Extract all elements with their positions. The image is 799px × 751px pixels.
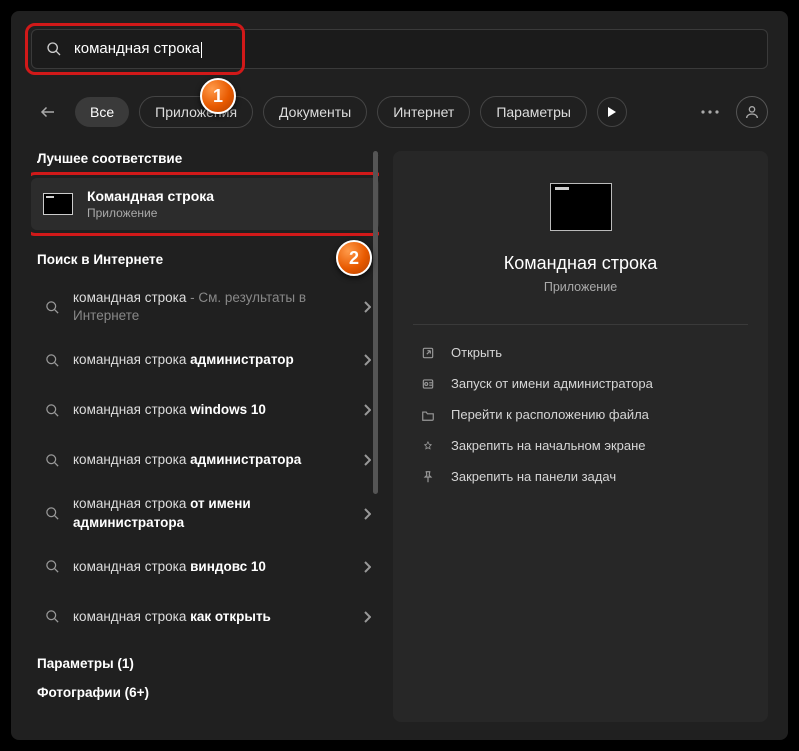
web-result-item[interactable]: командная строка администратор <box>31 335 379 385</box>
web-search-header: Поиск в Интернете <box>37 252 379 267</box>
best-match-name: Командная строка <box>87 188 214 204</box>
chevron-right-icon[interactable] <box>363 561 371 573</box>
settings-results-header[interactable]: Параметры (1) <box>37 656 379 671</box>
best-match-item[interactable]: Командная строка Приложение <box>31 178 379 230</box>
web-result-item[interactable]: командная строка администратора <box>31 435 379 485</box>
action-label: Открыть <box>451 345 502 360</box>
preview-title: Командная строка <box>504 253 658 274</box>
web-result-text: командная строка администратор <box>73 351 351 369</box>
chevron-right-icon[interactable] <box>363 611 371 623</box>
search-icon <box>43 300 61 315</box>
search-input[interactable]: командная строка <box>74 40 202 57</box>
web-result-item[interactable]: командная строка как открыть <box>31 592 379 642</box>
action-open[interactable]: Открыть <box>419 345 748 360</box>
more-options-button[interactable] <box>694 96 726 128</box>
more-filters-button[interactable] <box>597 97 627 127</box>
action-label: Закрепить на панели задач <box>451 469 616 484</box>
search-icon <box>46 41 62 57</box>
best-match-sub: Приложение <box>87 206 214 220</box>
tab-apps[interactable]: Приложения <box>139 96 253 128</box>
action-label: Перейти к расположению файла <box>451 407 649 422</box>
search-bar[interactable]: командная строка <box>31 29 768 69</box>
cmd-icon <box>43 193 73 215</box>
web-result-item[interactable]: командная строка виндовс 10 <box>31 542 379 592</box>
chevron-right-icon[interactable] <box>363 404 371 416</box>
filter-tabs: Все Приложения Документы Интернет Параме… <box>31 95 768 129</box>
web-result-item[interactable]: командная строка windows 10 <box>31 385 379 435</box>
search-icon <box>43 506 61 521</box>
preview-pane: Командная строка Приложение Открыть Запу… <box>393 151 768 722</box>
chevron-right-icon[interactable] <box>363 508 371 520</box>
chevron-right-icon[interactable] <box>363 301 371 313</box>
web-result-text: командная строка виндовс 10 <box>73 558 351 576</box>
action-label: Закрепить на начальном экране <box>451 438 646 453</box>
search-icon <box>43 609 61 624</box>
search-icon <box>43 559 61 574</box>
open-icon <box>419 346 437 360</box>
search-window: командная строка Все Приложения Документ… <box>11 11 788 740</box>
actions-list: Открыть Запуск от имени администратора П… <box>413 324 748 484</box>
shield-icon <box>419 377 437 391</box>
annotation-badge-2: 2 <box>336 240 372 276</box>
web-result-text: командная строка от имени администратора <box>73 495 351 531</box>
action-label: Запуск от имени администратора <box>451 376 653 391</box>
annotation-badge-1: 1 <box>200 78 236 114</box>
action-open-file-location[interactable]: Перейти к расположению файла <box>419 407 748 422</box>
web-result-text: командная строка - См. результаты в Инте… <box>73 289 351 325</box>
action-pin-start[interactable]: Закрепить на начальном экране <box>419 438 748 453</box>
search-bar-wrap: командная строка <box>31 29 768 69</box>
results-list: Лучшее соответствие Командная строка При… <box>31 151 379 722</box>
best-match-header: Лучшее соответствие <box>37 151 379 166</box>
scrollbar-thumb[interactable] <box>373 151 378 494</box>
chevron-right-icon[interactable] <box>363 354 371 366</box>
web-result-item[interactable]: командная строка от имени администратора <box>31 485 379 541</box>
search-icon <box>43 453 61 468</box>
tab-web[interactable]: Интернет <box>377 96 470 128</box>
tab-params[interactable]: Параметры <box>480 96 587 128</box>
back-button[interactable] <box>31 95 65 129</box>
chevron-right-icon[interactable] <box>363 454 371 466</box>
web-result-text: командная строка как открыть <box>73 608 351 626</box>
folder-icon <box>419 408 437 422</box>
action-run-as-admin[interactable]: Запуск от имени администратора <box>419 376 748 391</box>
action-pin-taskbar[interactable]: Закрепить на панели задач <box>419 469 748 484</box>
web-result-text: командная строка администратора <box>73 451 351 469</box>
cmd-large-icon <box>550 183 612 231</box>
results-scrollbar[interactable]: ▲ <box>371 151 379 722</box>
best-match-text: Командная строка Приложение <box>87 188 214 220</box>
tab-documents[interactable]: Документы <box>263 96 367 128</box>
web-result-text: командная строка windows 10 <box>73 401 351 419</box>
results-area: Лучшее соответствие Командная строка При… <box>31 151 768 722</box>
photos-results-header[interactable]: Фотографии (6+) <box>37 685 379 700</box>
web-result-item[interactable]: командная строка - См. результаты в Инте… <box>31 279 379 335</box>
search-icon <box>43 403 61 418</box>
tab-all[interactable]: Все <box>75 97 129 127</box>
account-button[interactable] <box>736 96 768 128</box>
pin-icon <box>419 439 437 453</box>
preview-subtitle: Приложение <box>544 280 617 294</box>
pin-icon <box>419 470 437 484</box>
search-icon <box>43 353 61 368</box>
